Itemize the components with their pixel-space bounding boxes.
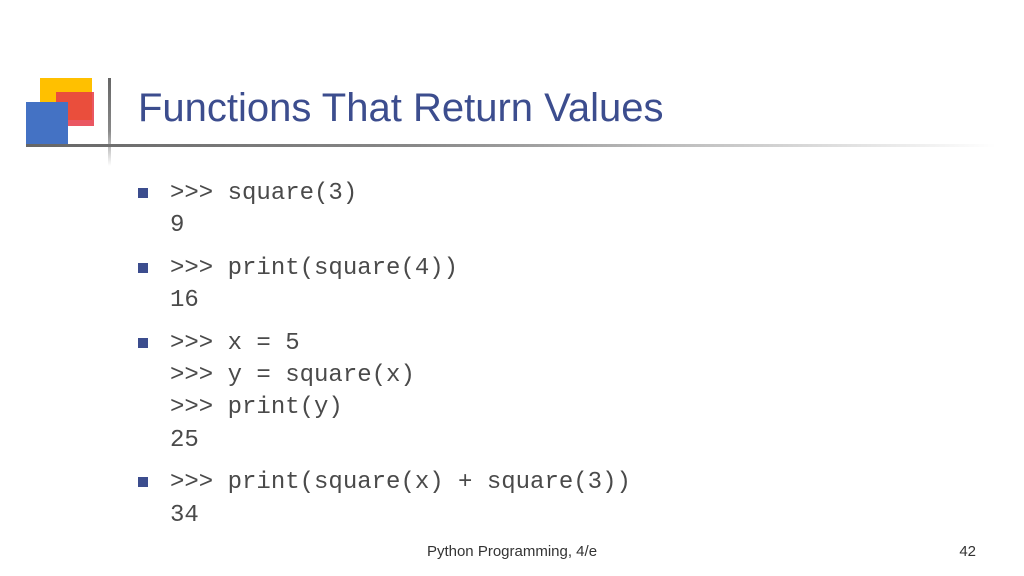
- code-snippet: >>> print(square(4)) 16: [170, 253, 458, 318]
- code-snippet: >>> print(square(x) + square(3)) 34: [170, 467, 631, 532]
- bullet-icon: [138, 188, 148, 198]
- list-item: >>> print(square(4)) 16: [138, 253, 958, 318]
- vertical-divider: [108, 78, 111, 166]
- footer-page-number: 42: [959, 543, 976, 560]
- list-item: >>> x = 5 >>> y = square(x) >>> print(y)…: [138, 328, 958, 458]
- slide-title: Functions That Return Values: [138, 86, 663, 131]
- code-snippet: >>> square(3) 9: [170, 178, 357, 243]
- blue-accent: [26, 102, 68, 144]
- bullet-icon: [138, 338, 148, 348]
- list-item: >>> square(3) 9: [138, 178, 958, 243]
- slide-footer: Python Programming, 4/e 42: [0, 543, 1024, 560]
- slide-content: >>> square(3) 9 >>> print(square(4)) 16 …: [138, 178, 958, 542]
- footer-book-title: Python Programming, 4/e: [427, 543, 597, 560]
- horizontal-divider: [26, 144, 996, 147]
- code-snippet: >>> x = 5 >>> y = square(x) >>> print(y)…: [170, 328, 415, 458]
- list-item: >>> print(square(x) + square(3)) 34: [138, 467, 958, 532]
- bullet-icon: [138, 263, 148, 273]
- slide-decoration: [26, 78, 116, 148]
- bullet-icon: [138, 477, 148, 487]
